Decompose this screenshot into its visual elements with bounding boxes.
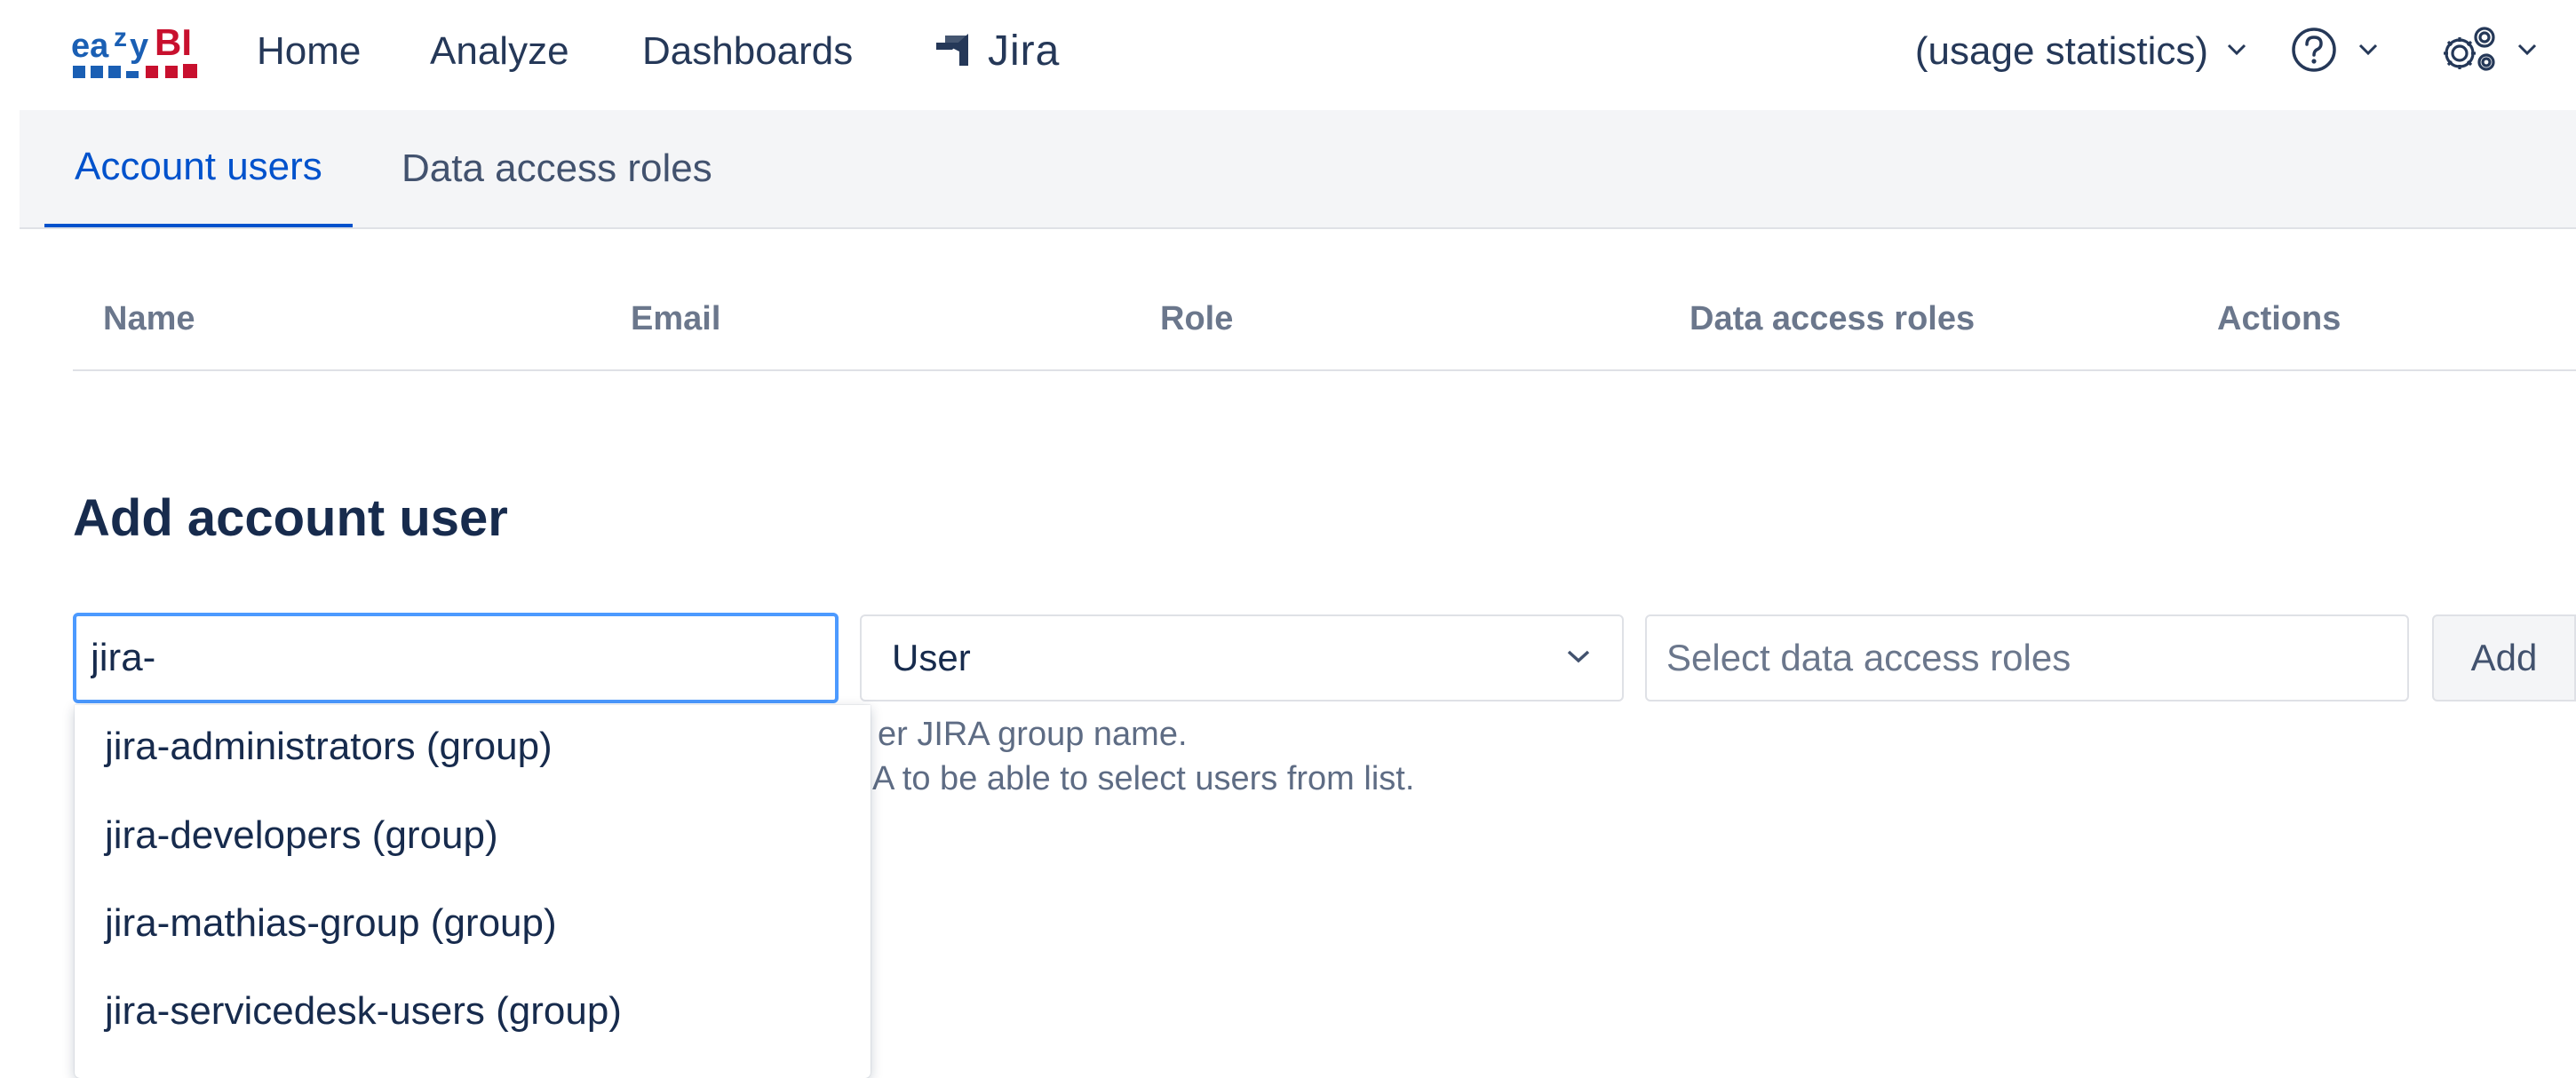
role-select-value: User bbox=[892, 637, 971, 678]
column-header-role[interactable]: Role bbox=[1160, 300, 1233, 338]
data-access-roles-select[interactable]: Select data access roles bbox=[1645, 614, 2409, 701]
chevron-down-icon bbox=[1565, 648, 1592, 669]
nav-jira-link[interactable]: Jira bbox=[933, 25, 1060, 78]
svg-text:y: y bbox=[130, 28, 148, 65]
chevron-down-icon bbox=[2357, 43, 2379, 61]
help-icon bbox=[2290, 26, 2338, 78]
tab-data-access-roles[interactable]: Data access roles bbox=[371, 110, 743, 227]
nav-analyze-link[interactable]: Analyze bbox=[430, 27, 569, 76]
data-access-roles-placeholder: Select data access roles bbox=[1666, 637, 2071, 678]
column-header-name[interactable]: Name bbox=[103, 300, 195, 338]
nav-dashboards-link[interactable]: Dashboards bbox=[642, 27, 853, 76]
autocomplete-option[interactable]: jira-servicedesk-users (group) bbox=[105, 989, 622, 1034]
column-header-data-access-roles[interactable]: Data access roles bbox=[1690, 300, 1975, 338]
eazybi-logo[interactable]: ea z y BI bbox=[69, 20, 204, 83]
add-button[interactable]: Add bbox=[2432, 614, 2576, 701]
svg-text:ea: ea bbox=[71, 28, 109, 65]
autocomplete-option[interactable]: jira-mathias-group (group) bbox=[105, 901, 557, 946]
account-name: (usage statistics) bbox=[1914, 29, 2208, 73]
help-menu-button[interactable] bbox=[2290, 25, 2379, 78]
svg-text:BI: BI bbox=[155, 21, 192, 63]
chevron-down-icon bbox=[2226, 43, 2247, 61]
autocomplete-option[interactable]: jira-developers (group) bbox=[105, 813, 498, 858]
settings-menu-button[interactable] bbox=[2438, 25, 2538, 78]
column-header-email[interactable]: Email bbox=[631, 300, 720, 338]
add-account-user-heading: Add account user bbox=[73, 489, 508, 547]
user-or-group-input[interactable] bbox=[73, 613, 839, 703]
tab-account-users[interactable]: Account users bbox=[44, 110, 353, 227]
jira-icon bbox=[933, 30, 979, 74]
column-header-actions: Actions bbox=[2217, 300, 2341, 337]
users-table-header: Name Email Role Data access roles Action… bbox=[73, 293, 2576, 371]
autocomplete-option[interactable]: jira-administrators (group) bbox=[105, 725, 553, 769]
gears-icon bbox=[2438, 25, 2500, 79]
account-selector[interactable]: (usage statistics) bbox=[1915, 25, 2247, 78]
eazybi-logo-graphic: ea z y BI bbox=[71, 21, 197, 78]
autocomplete-dropdown: jira-administrators (group) jira-develop… bbox=[75, 705, 871, 1078]
svg-text:z: z bbox=[114, 23, 127, 52]
role-select[interactable]: User bbox=[860, 614, 1624, 701]
top-navigation: ea z y BI Home Analyze Dashboards Jira (… bbox=[0, 0, 2576, 105]
tab-bar: Account users Data access roles bbox=[20, 110, 2576, 229]
nav-home-link[interactable]: Home bbox=[257, 27, 361, 76]
jira-label: Jira bbox=[988, 28, 1061, 75]
chevron-down-icon bbox=[2516, 43, 2538, 61]
